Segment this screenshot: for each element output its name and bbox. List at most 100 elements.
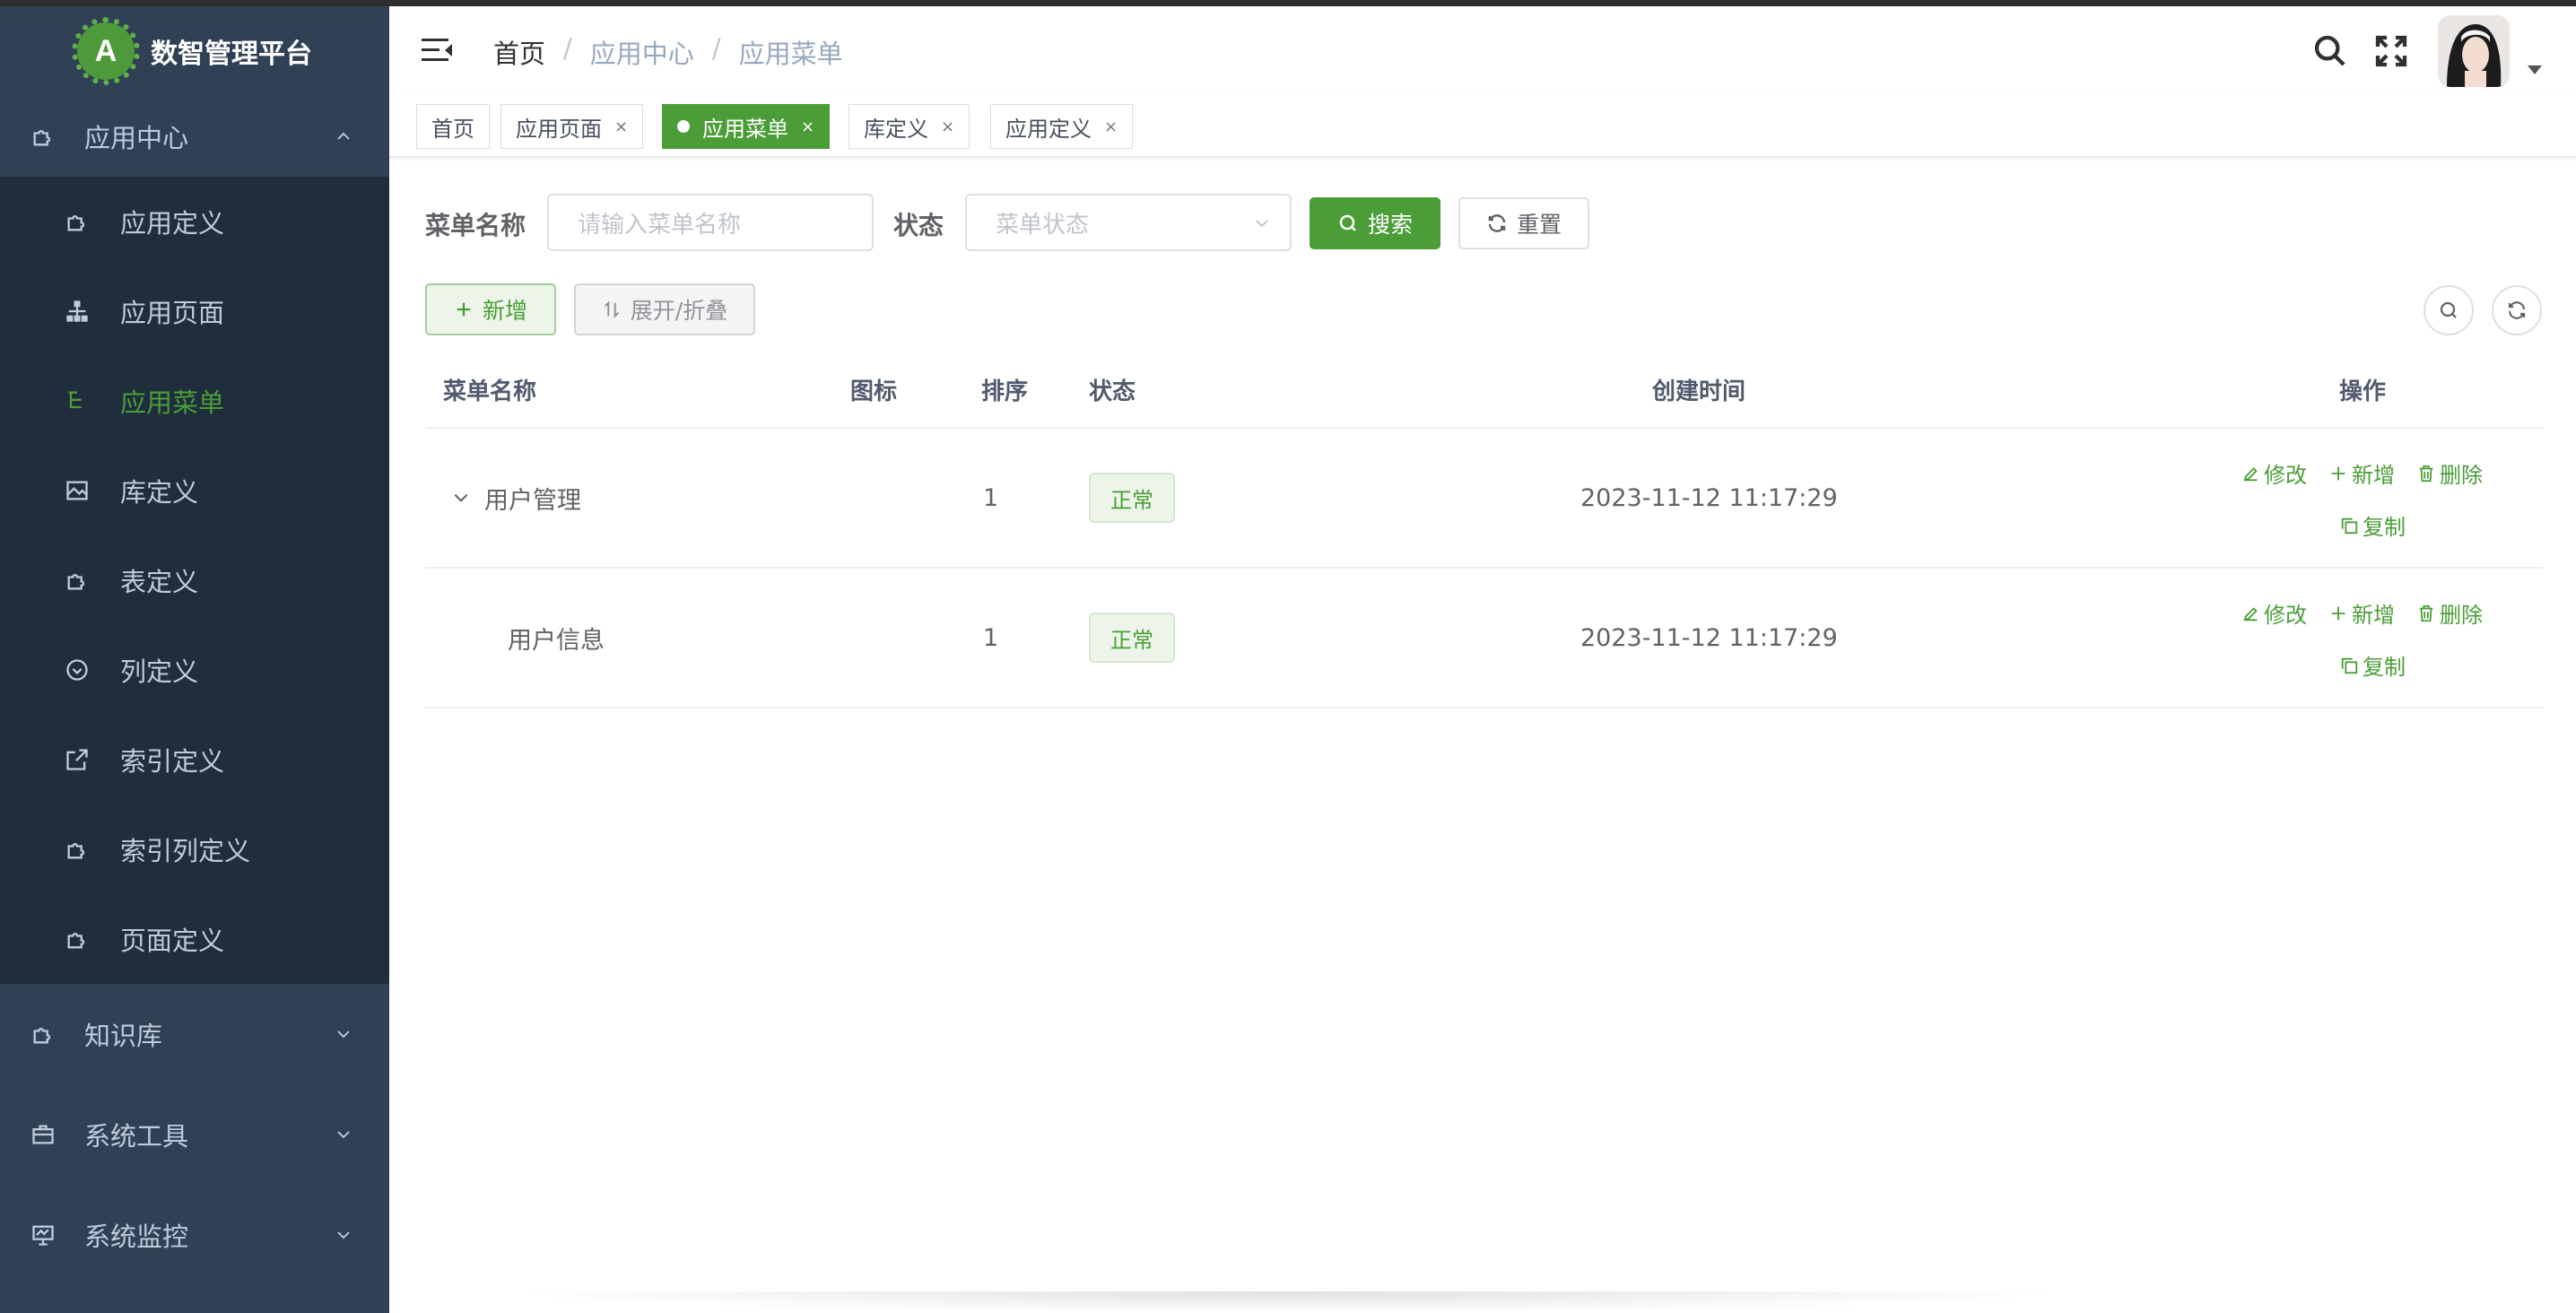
copy-link[interactable]: 复制 [2339, 509, 2406, 541]
menu-fold-icon[interactable] [422, 37, 452, 64]
search-button[interactable]: 搜索 [1310, 197, 1440, 249]
sidebar-item-table-definition[interactable]: 表定义 [0, 535, 389, 625]
edit-label: 修改 [2264, 463, 2307, 488]
sidebar-item-column-definition[interactable]: 列定义 [0, 625, 389, 715]
search-button-label: 搜索 [1367, 212, 1413, 238]
puzzle-icon [33, 130, 51, 146]
menu-name-input[interactable]: 请输入菜单名称 [547, 194, 874, 251]
toolbox-icon [32, 1125, 54, 1144]
delete-link[interactable]: 删除 [2416, 597, 2483, 629]
add-label: 新增 [2352, 603, 2395, 628]
close-icon[interactable]: × [614, 117, 628, 136]
search-icon[interactable] [2312, 33, 2348, 69]
sidebar-item-app-menu[interactable]: 应用菜单 [0, 356, 389, 446]
tag-app-menu[interactable]: 应用菜单 × [662, 104, 831, 149]
search-icon [2440, 301, 2457, 318]
chevron-down-icon [337, 1131, 350, 1139]
sidebar: A 数智管理平台 应用中心 应用定义 应用页面 应用菜单 库定义 表定义 列定义… [0, 6, 389, 1313]
menu-name-cell: 用户管理 [452, 429, 581, 567]
expand-collapse-button[interactable]: 展开/折叠 [574, 283, 755, 335]
breadcrumb-separator: / [563, 33, 572, 64]
add-child-link[interactable]: 新增 [2328, 597, 2395, 629]
sidebar-item-app-definition[interactable]: 应用定义 [0, 177, 389, 266]
tag-app-pages[interactable]: 应用页面 × [500, 104, 644, 149]
status-label: 状态 [893, 211, 944, 240]
column-header-order: 排序 [981, 378, 1029, 405]
monitor-icon [32, 1225, 54, 1246]
refresh-button[interactable] [2492, 285, 2542, 335]
tag-label: 应用定义 [1005, 116, 1092, 142]
close-icon[interactable]: × [1104, 117, 1118, 136]
column-header-created-time: 创建时间 [1652, 378, 1746, 405]
sidebar-item-app-pages[interactable]: 应用页面 [0, 266, 389, 356]
active-dot-icon [677, 120, 690, 133]
reset-button[interactable]: 重置 [1458, 197, 1589, 249]
status-placeholder: 菜单状态 [996, 211, 1090, 239]
column-header-icon: 图标 [850, 378, 898, 405]
sidebar-group-knowledge-base[interactable]: 知识库 [0, 984, 389, 1084]
column-header-actions: 操作 [2339, 378, 2387, 405]
tree-structure-icon [66, 300, 88, 322]
sidebar-item-page-definition[interactable]: 页面定义 [0, 894, 389, 984]
menu-name: 用户信息 [508, 626, 605, 655]
sidebar-group-label: 系统监控 [84, 1222, 189, 1252]
tag-label: 库定义 [864, 116, 928, 142]
tag-label: 首页 [431, 116, 474, 142]
logo-icon: A [72, 17, 140, 85]
tag-home[interactable]: 首页 [416, 104, 490, 149]
logo-letter: A [94, 33, 117, 68]
tag-label: 应用菜单 [702, 116, 788, 142]
trash-icon [2419, 604, 2433, 622]
delete-label: 删除 [2440, 463, 2483, 488]
chevron-down-icon[interactable] [452, 489, 470, 507]
add-button-label: 新增 [482, 298, 527, 324]
sidebar-item-database-definition[interactable]: 库定义 [0, 446, 389, 535]
edit-link[interactable]: 修改 [2241, 597, 2307, 629]
close-icon[interactable]: × [941, 117, 954, 136]
refresh-icon [2508, 301, 2526, 319]
fullscreen-icon[interactable] [2373, 33, 2409, 69]
column-header-menu-name: 菜单名称 [443, 378, 537, 405]
toggle-search-button[interactable] [2424, 285, 2474, 335]
chevron-down-icon [1256, 220, 1268, 228]
puzzle-icon [67, 933, 85, 949]
chevron-up-icon [337, 132, 350, 140]
add-button[interactable]: 新增 [425, 283, 556, 335]
app-title: 数智管理平台 [151, 39, 312, 70]
order-cell: 1 [983, 623, 999, 652]
add-child-link[interactable]: 新增 [2328, 457, 2395, 489]
sidebar-item-label: 表定义 [120, 567, 199, 597]
caret-down-icon[interactable] [2528, 65, 2542, 74]
tag-database-definition[interactable]: 库定义 × [849, 104, 970, 149]
puzzle-icon [67, 574, 85, 590]
avatar[interactable] [2438, 15, 2510, 87]
copy-link[interactable]: 复制 [2339, 649, 2406, 681]
expand-collapse-label: 展开/折叠 [630, 298, 728, 324]
puzzle-icon [33, 1028, 51, 1044]
copy-icon [2341, 657, 2358, 674]
status-select[interactable]: 菜单状态 [965, 194, 1292, 251]
breadcrumb-item-app-center: 应用中心 [589, 39, 694, 69]
sidebar-item-label: 应用菜单 [120, 387, 225, 418]
menu-name-label: 菜单名称 [425, 211, 527, 240]
edit-icon [2243, 606, 2258, 621]
breadcrumb-item-home[interactable]: 首页 [493, 33, 545, 71]
tag-app-definition[interactable]: 应用定义 × [990, 104, 1134, 149]
tree-table-icon [68, 391, 82, 409]
trash-icon [2419, 465, 2433, 482]
sidebar-group-system-tools[interactable]: 系统工具 [0, 1084, 389, 1185]
plus-icon [2331, 606, 2345, 620]
edit-link[interactable]: 修改 [2241, 457, 2307, 489]
sidebar-item-label: 页面定义 [120, 926, 225, 956]
sidebar-item-index-column-definition[interactable]: 索引列定义 [0, 804, 389, 894]
plus-icon [2331, 466, 2345, 480]
sidebar-group-app-center[interactable]: 应用中心 [0, 96, 389, 177]
status-badge: 正常 [1089, 473, 1175, 523]
close-icon[interactable]: × [801, 117, 814, 136]
tags-view: 首页 应用页面 × 应用菜单 × 库定义 × 应用定义 × [389, 96, 2576, 157]
delete-link[interactable]: 删除 [2416, 457, 2483, 489]
tag-label: 应用页面 [516, 116, 602, 142]
logo[interactable]: A 数智管理平台 [0, 6, 389, 96]
sidebar-group-system-monitor[interactable]: 系统监控 [0, 1185, 389, 1285]
sidebar-item-index-definition[interactable]: 索引定义 [0, 715, 389, 804]
